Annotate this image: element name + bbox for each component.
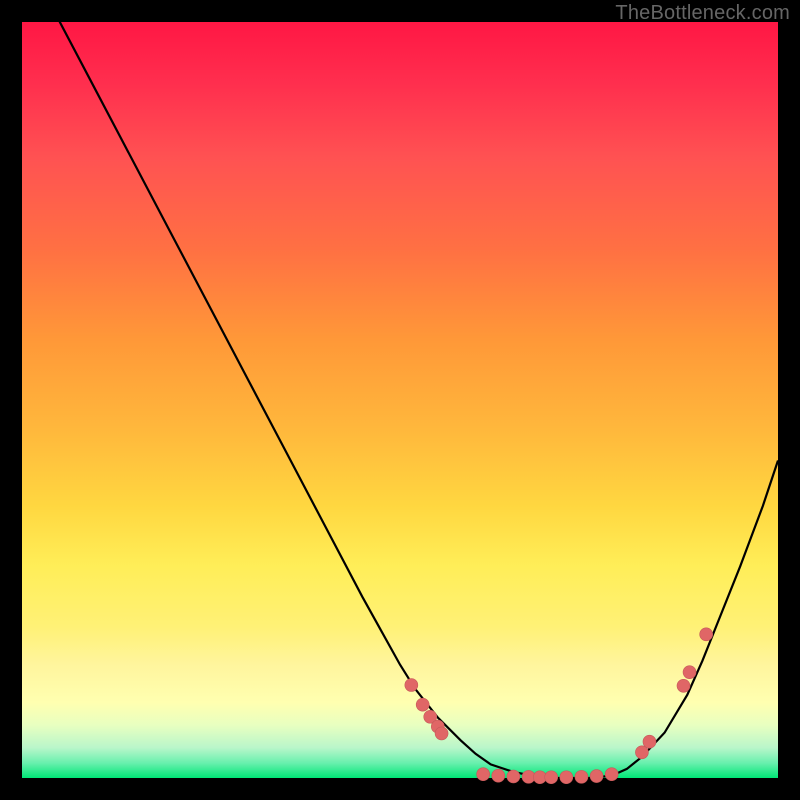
data-dot — [492, 769, 505, 782]
data-dot — [575, 770, 588, 783]
data-dot — [605, 768, 618, 781]
data-dot — [560, 771, 573, 784]
data-dot — [643, 735, 656, 748]
data-dot — [405, 679, 418, 692]
watermark-text: TheBottleneck.com — [615, 2, 790, 25]
data-dot — [522, 770, 535, 783]
data-dot — [507, 770, 520, 783]
data-dot — [477, 768, 490, 781]
bottleneck-curve — [22, 0, 778, 778]
data-dot — [416, 698, 429, 711]
data-dot — [435, 727, 448, 740]
data-dots — [405, 628, 713, 784]
plot-svg — [22, 22, 778, 778]
data-dot — [590, 770, 603, 783]
data-dot — [700, 628, 713, 641]
chart-area — [22, 22, 778, 778]
data-dot — [683, 666, 696, 679]
data-dot — [677, 679, 690, 692]
data-dot — [545, 771, 558, 784]
